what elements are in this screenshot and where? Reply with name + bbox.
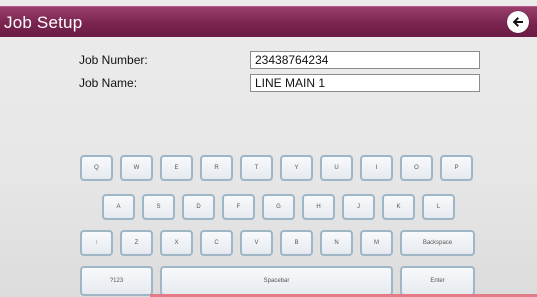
job-number-field[interactable]: [250, 51, 480, 69]
key-b[interactable]: B: [280, 230, 313, 256]
job-setup-screen: Job Setup Job Number: Job Name: Q W E R …: [0, 0, 537, 297]
arrow-left-icon: [512, 17, 523, 27]
key-u[interactable]: U: [320, 155, 353, 181]
backspace-key[interactable]: Backspace: [400, 230, 475, 256]
numeric-key[interactable]: ?123: [80, 266, 153, 296]
key-j[interactable]: J: [342, 194, 375, 220]
spacebar-key[interactable]: Spacebar: [160, 266, 393, 296]
key-s[interactable]: S: [142, 194, 175, 220]
shift-key[interactable]: ↑: [80, 230, 113, 256]
on-screen-keyboard: Q W E R T Y U I O P A S D F G H J K L ↑ …: [0, 150, 537, 297]
key-x[interactable]: X: [160, 230, 193, 256]
key-q[interactable]: Q: [80, 155, 113, 181]
job-name-label: Job Name:: [79, 76, 138, 90]
key-k[interactable]: K: [382, 194, 415, 220]
job-name-field[interactable]: [250, 74, 480, 92]
key-y[interactable]: Y: [280, 155, 313, 181]
key-o[interactable]: O: [400, 155, 433, 181]
key-d[interactable]: D: [182, 194, 215, 220]
key-t[interactable]: T: [240, 155, 273, 181]
key-h[interactable]: H: [302, 194, 335, 220]
key-m[interactable]: M: [360, 230, 393, 256]
key-f[interactable]: F: [222, 194, 255, 220]
key-i[interactable]: I: [360, 155, 393, 181]
enter-key[interactable]: Enter: [400, 266, 475, 296]
key-c[interactable]: C: [200, 230, 233, 256]
job-number-label: Job Number:: [79, 53, 148, 67]
key-n[interactable]: N: [320, 230, 353, 256]
key-g[interactable]: G: [262, 194, 295, 220]
key-e[interactable]: E: [160, 155, 193, 181]
key-v[interactable]: V: [240, 230, 273, 256]
key-r[interactable]: R: [200, 155, 233, 181]
title-bar: Job Setup: [0, 6, 537, 37]
key-p[interactable]: P: [440, 155, 473, 181]
key-a[interactable]: A: [102, 194, 135, 220]
page-title: Job Setup: [4, 13, 83, 32]
key-l[interactable]: L: [422, 194, 455, 220]
key-w[interactable]: W: [120, 155, 153, 181]
back-button[interactable]: [507, 11, 529, 33]
key-z[interactable]: Z: [120, 230, 153, 256]
